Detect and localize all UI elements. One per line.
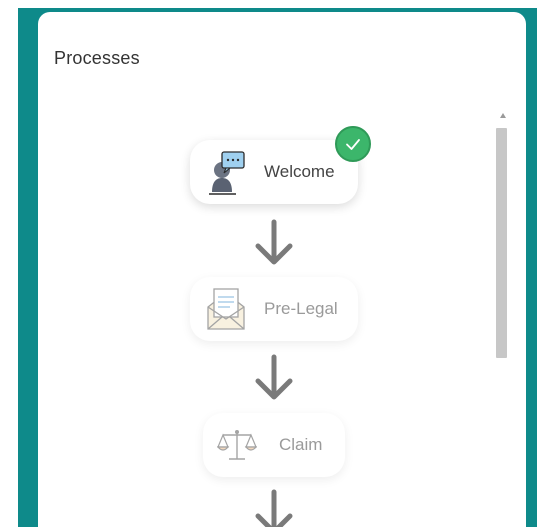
step-label: Welcome xyxy=(264,162,335,181)
scroll-up-arrow[interactable] xyxy=(500,113,506,118)
step-label: Pre-Legal xyxy=(264,299,338,318)
envelope-letter-icon xyxy=(204,285,248,333)
completed-check-icon xyxy=(335,126,371,162)
arrow-down-icon xyxy=(252,218,296,273)
step-pre-legal[interactable]: Pre-Legal xyxy=(190,277,358,341)
step-claim[interactable]: Claim xyxy=(203,413,345,477)
step-label: Claim xyxy=(279,435,323,454)
scrollbar-thumb[interactable] xyxy=(496,128,507,358)
arrow-down-icon xyxy=(252,353,296,408)
step-welcome[interactable]: Welcome xyxy=(190,140,358,204)
scales-icon xyxy=(216,427,258,463)
person-speech-bubble-icon xyxy=(206,148,246,196)
panel-title: Processes xyxy=(54,48,140,68)
arrow-down-icon xyxy=(252,488,296,532)
